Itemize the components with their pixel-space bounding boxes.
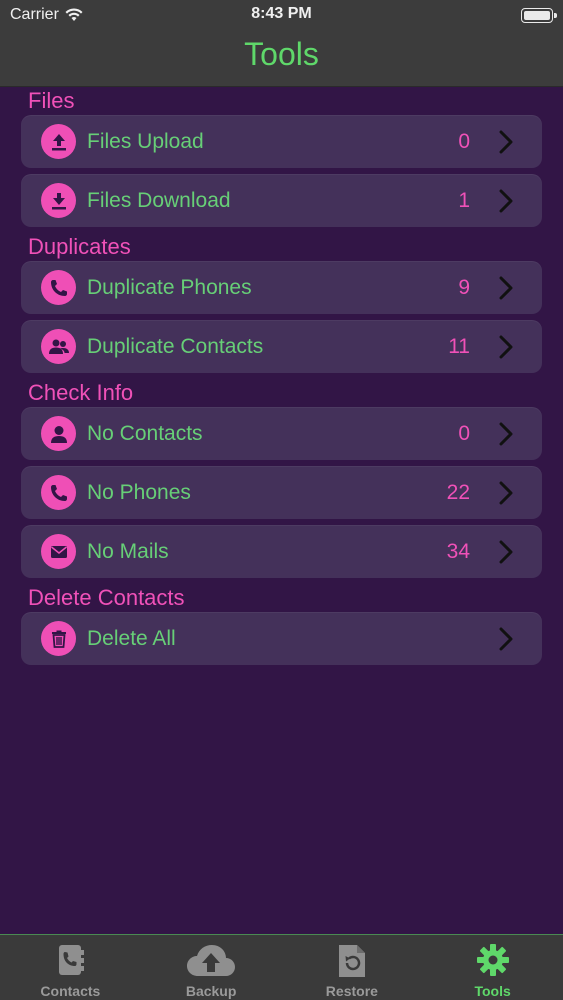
row-files-download[interactable]: Files Download 1 [21, 174, 542, 227]
tools-list: Files Files Upload 0 Files Download 1 Duplica… [0, 87, 563, 671]
section-title-duplicates: Duplicates [28, 234, 131, 259]
row-label: No Contacts [87, 422, 203, 445]
download-icon [41, 183, 76, 218]
row-duplicate-contacts[interactable]: Duplicate Contacts 11 [21, 320, 542, 373]
row-count: 0 [458, 130, 470, 153]
row-count: 0 [458, 422, 470, 445]
chevron-right-icon [496, 188, 516, 214]
row-no-phones[interactable]: No Phones 22 [21, 466, 542, 519]
mail-icon [41, 534, 76, 569]
chevron-right-icon [496, 480, 516, 506]
tab-backup[interactable]: Backup [141, 935, 282, 1000]
tab-label: Contacts [40, 983, 101, 999]
person-icon [41, 416, 76, 451]
row-count: 1 [458, 189, 470, 212]
row-label: Duplicate Phones [87, 276, 252, 299]
row-count: 22 [446, 481, 470, 504]
chevron-right-icon [496, 626, 516, 652]
status-bar: Carrier 8:43 PM [0, 0, 563, 30]
contacts-book-icon [53, 943, 87, 982]
row-files-upload[interactable]: Files Upload 0 [21, 115, 542, 168]
row-count: 11 [448, 335, 470, 358]
trash-icon [41, 621, 76, 656]
section-title-delete-contacts: Delete Contacts [28, 585, 185, 610]
upload-icon [41, 124, 76, 159]
chevron-right-icon [496, 539, 516, 565]
row-label: Files Download [87, 189, 231, 212]
row-label: Duplicate Contacts [87, 335, 264, 358]
gear-icon [476, 943, 510, 982]
row-count: 9 [458, 276, 470, 299]
chevron-right-icon [496, 334, 516, 360]
contacts-icon [41, 329, 76, 364]
phone-icon [41, 270, 76, 305]
page-title: Tools [244, 36, 319, 72]
row-delete-all[interactable]: Delete All [21, 612, 542, 665]
tab-label: Restore [325, 983, 378, 999]
row-label: Files Upload [87, 130, 204, 153]
row-no-contacts[interactable]: No Contacts 0 [21, 407, 542, 460]
app-root: Carrier 8:43 PM Tools Files Files Upload 0… [0, 0, 563, 1000]
cloud-upload-icon [185, 943, 237, 984]
section-title-check-info: Check Info [28, 380, 134, 405]
nav-bar: Tools [0, 30, 563, 87]
row-no-mails[interactable]: No Mails 34 [21, 525, 542, 578]
chevron-right-icon [496, 275, 516, 301]
tab-contacts[interactable]: Contacts [0, 935, 141, 1000]
row-label: No Phones [87, 481, 191, 504]
battery-icon [521, 8, 557, 23]
restore-file-icon [336, 943, 368, 984]
section-title-files: Files [28, 88, 75, 113]
tab-label: Tools [474, 983, 511, 999]
row-duplicate-phones[interactable]: Duplicate Phones 9 [21, 261, 542, 314]
tab-restore[interactable]: Restore [282, 935, 423, 1000]
chevron-right-icon [496, 421, 516, 447]
tab-label: Backup [185, 983, 237, 999]
row-label: No Mails [87, 540, 169, 563]
tab-tools[interactable]: Tools [422, 935, 563, 1000]
row-label: Delete All [87, 627, 176, 650]
row-count: 34 [446, 540, 470, 563]
tab-bar: Contacts Backup Restore Tools [0, 934, 563, 1000]
status-time: 8:43 PM [251, 5, 312, 22]
chevron-right-icon [496, 129, 516, 155]
phone-icon [41, 475, 76, 510]
